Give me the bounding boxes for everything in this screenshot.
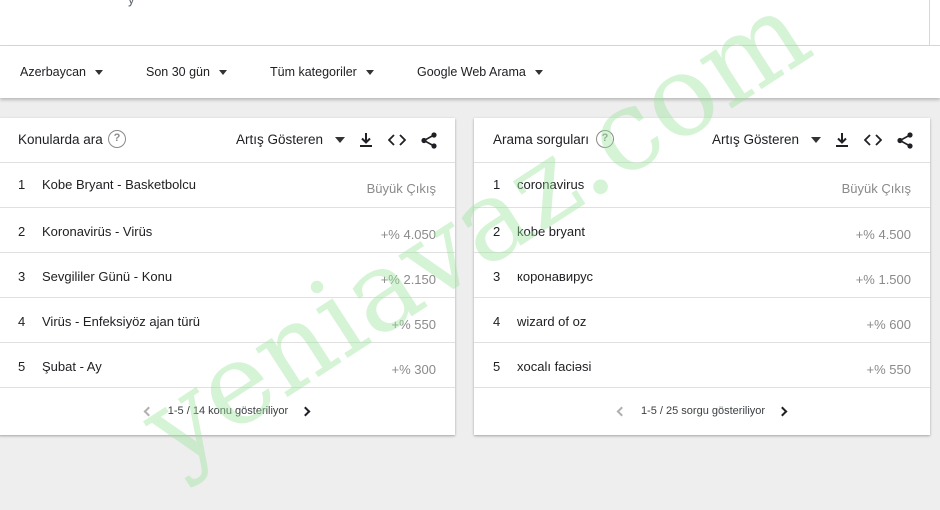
card-header: Konularda ara ? Artış Gösteren <box>0 118 455 163</box>
caret-down-icon <box>365 69 374 75</box>
rank-number: 5 <box>493 359 501 374</box>
help-circle-icon[interactable]: ? <box>596 130 614 148</box>
time-range-dropdown[interactable]: Son 30 gün <box>146 46 227 98</box>
query-term: kobe bryant <box>517 224 585 239</box>
list-item[interactable]: 2 kobe bryant +% 4.500 <box>474 208 930 253</box>
embed-code-icon[interactable] <box>864 131 882 149</box>
chevron-right-icon[interactable] <box>777 406 788 416</box>
topic-term: Virüs - Enfeksiyöz ajan türü <box>42 314 200 329</box>
list-item[interactable]: 5 Şubat - Ay +% 300 <box>0 343 455 388</box>
list-item[interactable]: 3 Sevgililer Günü - Konu +% 2.150 <box>0 253 455 298</box>
card-title: Konularda ara <box>18 132 103 147</box>
rank-number: 5 <box>18 359 26 374</box>
rank-number: 1 <box>493 177 501 192</box>
list-item[interactable]: 4 wizard of oz +% 600 <box>474 298 930 343</box>
rank-number: 4 <box>493 314 501 329</box>
pagination-text: 1-5 / 14 konu gösteriliyor <box>167 405 289 417</box>
rank-number: 3 <box>493 269 501 284</box>
sort-dropdown[interactable]: Artış Gösteren <box>712 132 822 147</box>
growth-value: +% 4.500 <box>855 227 911 242</box>
caret-down-icon <box>95 69 104 75</box>
chevron-left-icon[interactable] <box>616 406 627 416</box>
search-term-area: y <box>0 0 940 46</box>
growth-value: +% 1.500 <box>855 272 911 287</box>
pagination: 1-5 / 25 sorgu gösteriliyor <box>474 388 930 434</box>
chevron-right-icon[interactable] <box>300 406 311 416</box>
list-item[interactable]: 3 коронавирус +% 1.500 <box>474 253 930 298</box>
caret-down-icon <box>335 136 346 143</box>
divider <box>929 0 930 46</box>
rank-number: 3 <box>18 269 26 284</box>
growth-value: Büyük Çıkış <box>366 181 436 196</box>
list-item[interactable]: 4 Virüs - Enfeksiyöz ajan türü +% 550 <box>0 298 455 343</box>
growth-value: Büyük Çıkış <box>841 181 911 196</box>
related-queries-card: Arama sorguları ? Artış Gösteren 1 coron… <box>474 118 930 435</box>
list-item[interactable]: 1 coronavirus Büyük Çıkış <box>474 163 930 208</box>
download-icon[interactable] <box>357 131 375 149</box>
caret-down-icon <box>811 136 822 143</box>
region-dropdown-label: Azerbaycan <box>20 65 87 79</box>
rank-number: 1 <box>18 177 26 192</box>
card-title: Arama sorguları <box>493 132 590 147</box>
search-type-dropdown-label: Google Web Arama <box>417 65 526 79</box>
download-icon[interactable] <box>833 131 851 149</box>
growth-value: +% 300 <box>391 362 436 377</box>
search-type-dropdown[interactable]: Google Web Arama <box>417 46 543 98</box>
growth-value: +% 4.050 <box>380 227 436 242</box>
query-term: wizard of oz <box>517 314 587 329</box>
list-item[interactable]: 5 xocalı faciəsi +% 550 <box>474 343 930 388</box>
topic-term: Koronavirüs - Virüs <box>42 224 153 239</box>
caret-down-icon <box>218 69 227 75</box>
growth-value: +% 600 <box>866 317 911 332</box>
time-range-dropdown-label: Son 30 gün <box>146 65 210 79</box>
query-term: coronavirus <box>517 177 585 192</box>
list-item[interactable]: 2 Koronavirüs - Virüs +% 4.050 <box>0 208 455 253</box>
pagination: 1-5 / 14 konu gösteriliyor <box>0 388 455 434</box>
growth-value: +% 2.150 <box>380 272 436 287</box>
rank-number: 2 <box>493 224 501 239</box>
sort-dropdown-label: Artış Gösteren <box>236 132 324 147</box>
query-term: xocalı faciəsi <box>517 359 592 374</box>
caret-down-icon <box>534 69 543 75</box>
list-item[interactable]: 1 Kobe Bryant - Basketbolcu Büyük Çıkış <box>0 163 455 208</box>
embed-code-icon[interactable] <box>388 131 406 149</box>
query-term: коронавирус <box>517 269 594 284</box>
growth-value: +% 550 <box>866 362 911 377</box>
region-dropdown[interactable]: Azerbaycan <box>20 46 104 98</box>
rank-number: 2 <box>18 224 26 239</box>
topic-term: Sevgililer Günü - Konu <box>42 269 173 284</box>
help-circle-icon[interactable]: ? <box>108 130 126 148</box>
rank-number: 4 <box>18 314 26 329</box>
category-dropdown-label: Tüm kategoriler <box>270 65 357 79</box>
share-icon[interactable] <box>896 131 914 149</box>
topic-term: Kobe Bryant - Basketbolcu <box>42 177 196 192</box>
pagination-text: 1-5 / 25 sorgu gösteriliyor <box>640 405 766 417</box>
filter-bar: Azerbaycan Son 30 gün Tüm kategoriler Go… <box>0 46 940 98</box>
sort-dropdown-label: Artış Gösteren <box>712 132 800 147</box>
category-dropdown[interactable]: Tüm kategoriler <box>270 46 374 98</box>
chevron-left-icon[interactable] <box>143 406 154 416</box>
search-term-partial-text: y <box>128 0 135 7</box>
sort-dropdown[interactable]: Artış Gösteren <box>236 132 346 147</box>
growth-value: +% 550 <box>391 317 436 332</box>
share-icon[interactable] <box>420 131 438 149</box>
related-topics-card: Konularda ara ? Artış Gösteren 1 Kobe Br… <box>0 118 455 435</box>
topic-term: Şubat - Ay <box>42 359 102 374</box>
card-header: Arama sorguları ? Artış Gösteren <box>474 118 930 163</box>
